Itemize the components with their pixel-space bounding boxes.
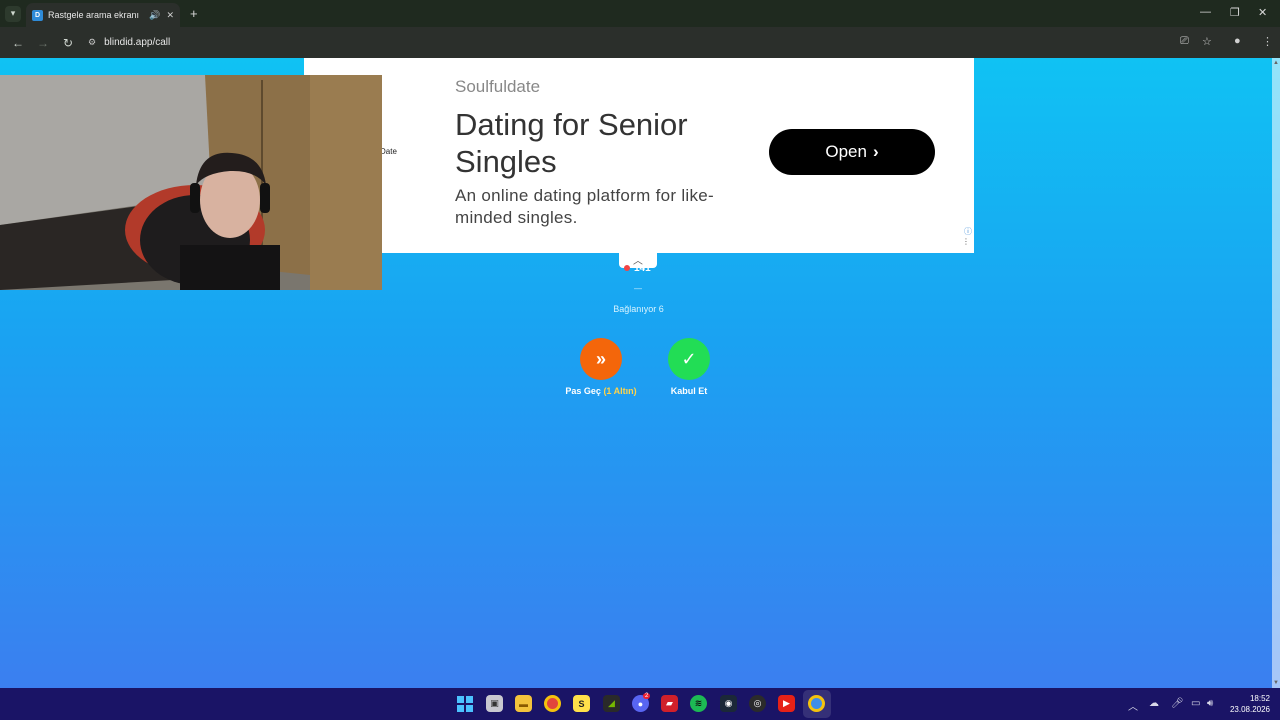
ad-headline: Dating for Senior Singles (455, 107, 688, 179)
address-bar[interactable]: ⚙ blindid.app/call (81, 31, 1221, 54)
discord-badge: 2 (643, 693, 651, 699)
youtube-icon[interactable]: ▶ (778, 695, 795, 712)
reload-icon[interactable]: ↻ (61, 36, 75, 50)
page-scrollbar[interactable]: ▲ ▼ (1272, 58, 1280, 688)
connection-status: Bağlanıyor 6 (613, 304, 664, 314)
ad-banner[interactable]: Date Soulfuldate Dating for Senior Singl… (304, 58, 974, 268)
webcam-image (0, 75, 382, 290)
skip-label-text: Pas Geç (565, 386, 601, 396)
separator-dash: — (634, 284, 642, 293)
restore-icon[interactable]: ❐ (1230, 6, 1240, 19)
chevron-down-icon: ▾ (10, 8, 16, 18)
url-text: blindid.app/call (104, 37, 171, 48)
microphone-icon[interactable]: 🎤︎ (1171, 698, 1184, 709)
call-page: Date Soulfuldate Dating for Senior Singl… (0, 58, 1280, 688)
obs-icon[interactable]: ◎ (749, 695, 766, 712)
accept-action: ✓ Kabul Et (644, 338, 734, 396)
ad-open-button[interactable]: Open › (769, 129, 935, 175)
scroll-down-icon[interactable]: ▼ (1273, 680, 1279, 686)
skip-label: Pas Geç (1 Altın) (556, 386, 646, 396)
onedrive-icon[interactable]: ☁ (1149, 698, 1159, 709)
install-app-icon[interactable]: ⎚ (1180, 35, 1189, 48)
scroll-up-icon[interactable]: ▲ (1273, 60, 1279, 66)
minimize-icon[interactable]: — (1200, 6, 1211, 18)
skip-cost: (1 Altın) (603, 386, 637, 396)
ad-description: An online dating platform for like-minde… (455, 186, 715, 227)
tray-overflow-icon[interactable]: ︿ (1128, 698, 1138, 713)
site-info-icon[interactable]: ⚙ (88, 37, 96, 48)
clock-time: 18:52 (1249, 694, 1270, 703)
ad-more-icon[interactable]: ⋮ (962, 237, 970, 246)
navigation-bar: ← → ↻ ⚙ blindid.app/call (0, 27, 1280, 58)
back-icon[interactable]: ← (11, 36, 25, 50)
network-icon[interactable]: ▭ (1191, 698, 1200, 709)
s-app-icon[interactable]: S (573, 695, 590, 712)
ad-info-icon[interactable]: ⓘ (964, 226, 972, 237)
tab-bar: ▾ D Rastgele arama ekranı 🔊 ✕ + — ❐ ✕ (0, 0, 1280, 27)
system-clock[interactable]: 18:52 23.08.2026 (1226, 693, 1270, 715)
close-tab-icon[interactable]: ✕ (166, 10, 174, 21)
favicon-icon: D (32, 9, 43, 21)
menu-icon[interactable]: ⋮ (1262, 35, 1273, 48)
volume-icon[interactable]: 🔊︎ (1207, 698, 1213, 709)
tab-search-button[interactable]: ▾ (5, 5, 21, 22)
forward-icon[interactable]: → (36, 36, 50, 50)
speaker-icon[interactable]: 🔊 (149, 10, 160, 21)
online-count: 141 (624, 263, 651, 274)
bookmark-star-icon[interactable]: ☆ (1202, 35, 1212, 48)
skip-action: » Pas Geç (1 Altın) (556, 338, 646, 396)
task-view-icon[interactable]: ▣ (486, 695, 503, 712)
red-app-icon[interactable]: ▰ (661, 695, 678, 712)
spotify-icon[interactable]: ≋ (690, 695, 707, 712)
check-icon: ✓ (681, 348, 697, 369)
chrome-active-icon[interactable] (808, 695, 825, 712)
clock-date: 23.08.2026 (1229, 705, 1270, 714)
steam-icon[interactable]: ◉ (720, 695, 737, 712)
ad-open-label: Open (825, 142, 867, 161)
file-explorer-icon[interactable]: ▬ (515, 695, 532, 712)
skip-button[interactable]: » (580, 338, 622, 380)
chrome-icon[interactable] (544, 695, 561, 712)
live-dot-icon (624, 265, 630, 271)
ad-brand: Soulfuldate (455, 77, 541, 96)
tab-title: Rastgele arama ekranı (48, 10, 140, 20)
webcam-video (0, 75, 382, 290)
nvidia-icon[interactable]: ◢ (603, 695, 620, 712)
accept-button[interactable]: ✓ (668, 338, 710, 380)
online-count-value: 141 (634, 263, 651, 274)
close-window-icon[interactable]: ✕ (1258, 6, 1267, 19)
windows-taskbar: ▣ ▬ S ◢ ● 2 ▰ ≋ ◉ ◎ ▶ ︿ ☁ 🎤︎ ▭ 🔊︎ 18:52 … (0, 688, 1280, 720)
profile-avatar-icon[interactable]: ● (1234, 35, 1241, 47)
ad-side-text: Date (380, 147, 397, 156)
windows-start-icon[interactable] (456, 695, 473, 712)
chevron-right-icon: › (872, 142, 879, 161)
new-tab-button[interactable]: + (190, 6, 198, 21)
browser-tab[interactable]: D Rastgele arama ekranı 🔊 ✕ (26, 3, 180, 27)
double-chevron-right-icon: » (595, 348, 606, 369)
accept-label: Kabul Et (670, 386, 708, 396)
